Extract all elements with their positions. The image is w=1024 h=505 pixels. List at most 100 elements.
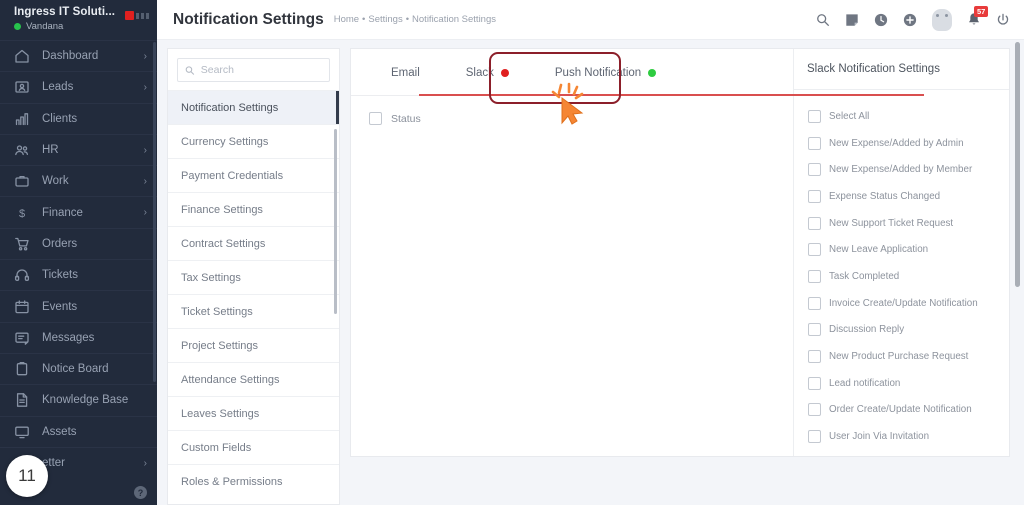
sidebar-item-messages[interactable]: Messages bbox=[0, 321, 157, 353]
checkbox-row[interactable]: Select All bbox=[794, 103, 1009, 130]
sidebar-scrollbar[interactable] bbox=[153, 42, 156, 382]
sidebar-item-events[interactable]: Events bbox=[0, 290, 157, 321]
tab-push-notification[interactable]: Push Notification bbox=[532, 49, 679, 96]
breadcrumb-item[interactable]: Home bbox=[334, 14, 359, 25]
checkbox-row[interactable]: New Expense/Added by Member bbox=[794, 156, 1009, 183]
settings-item-tax-settings[interactable]: Tax Settings bbox=[168, 260, 339, 294]
avatar[interactable] bbox=[932, 8, 952, 31]
checkbox-label: Select All bbox=[829, 110, 870, 122]
sidebar-nav: Dashboard › Leads › Clients HR › Work › $ Finance ›… bbox=[0, 40, 157, 478]
search-box[interactable] bbox=[177, 58, 330, 82]
settings-item-contract-settings[interactable]: Contract Settings bbox=[168, 226, 339, 260]
settings-item-custom-fields[interactable]: Custom Fields bbox=[168, 430, 339, 464]
sidebar-item-clients[interactable]: Clients bbox=[0, 102, 157, 134]
checkbox[interactable] bbox=[808, 323, 821, 337]
slack-settings-column: Slack Notification Settings Select All Ne… bbox=[793, 49, 1009, 456]
checkbox[interactable] bbox=[808, 136, 821, 150]
tab-slack[interactable]: Slack bbox=[443, 49, 532, 96]
sidebar-item-label: Leads bbox=[42, 81, 74, 94]
checkbox-row[interactable]: New Product Purchase Request bbox=[794, 343, 1009, 370]
clock-icon[interactable] bbox=[874, 13, 888, 27]
checkbox-row[interactable]: Lead notification bbox=[794, 370, 1009, 397]
sidebar-item-dashboard[interactable]: Dashboard › bbox=[0, 40, 157, 71]
sidebar-item-assets[interactable]: Assets bbox=[0, 415, 157, 447]
checkbox[interactable] bbox=[808, 403, 821, 417]
calendar-icon bbox=[14, 299, 32, 315]
checkbox-row[interactable]: New Expense/Added by Admin bbox=[794, 130, 1009, 157]
breadcrumb-separator: • bbox=[362, 14, 366, 25]
sidebar-item-notice-board[interactable]: Notice Board bbox=[0, 352, 157, 384]
status-checkbox[interactable] bbox=[369, 112, 382, 125]
checkbox-row[interactable]: Discussion Reply bbox=[794, 317, 1009, 344]
sidebar-item-hr[interactable]: HR › bbox=[0, 133, 157, 165]
checkbox[interactable] bbox=[808, 350, 821, 364]
settings-item-notification-settings[interactable]: Notification Settings bbox=[168, 90, 339, 124]
checkbox-label: New Support Ticket Request bbox=[829, 217, 954, 229]
sidebar-item-label: Tickets bbox=[42, 269, 78, 282]
bell-icon[interactable]: 57 bbox=[967, 6, 989, 27]
checkbox-row[interactable]: New Support Ticket Request bbox=[794, 210, 1009, 237]
checkbox[interactable] bbox=[808, 430, 821, 444]
chevron-right-icon: › bbox=[143, 207, 147, 219]
message-icon bbox=[14, 330, 32, 346]
sidebar-item-work[interactable]: Work › bbox=[0, 165, 157, 196]
checkbox-label: New Leave Application bbox=[829, 244, 929, 256]
breadcrumb-item[interactable]: Settings bbox=[368, 14, 402, 25]
document-icon bbox=[14, 392, 32, 408]
sidebar-item-tickets[interactable]: Tickets bbox=[0, 259, 157, 290]
sidebar-item-label: Notice Board bbox=[42, 363, 109, 376]
checkbox[interactable] bbox=[808, 269, 821, 283]
sidebar-item-finance[interactable]: $ Finance › bbox=[0, 196, 157, 227]
sidebar-item-label: etter bbox=[42, 457, 66, 469]
dollar-icon: $ bbox=[14, 205, 32, 221]
checkbox[interactable] bbox=[808, 189, 821, 203]
left-sidebar: Ingress IT Soluti... Vandana Dashboard › L… bbox=[0, 0, 157, 505]
brand-username: Vandana bbox=[26, 21, 64, 32]
checkbox-label: User Join Via Invitation bbox=[829, 431, 930, 443]
briefcase-icon bbox=[14, 173, 32, 189]
page-scrollbar[interactable] bbox=[1015, 42, 1020, 287]
people-icon bbox=[14, 142, 32, 158]
checkbox-row[interactable]: New Leave Application bbox=[794, 236, 1009, 263]
checkbox[interactable] bbox=[808, 109, 821, 123]
settings-item-payment-credentials[interactable]: Payment Credentials bbox=[168, 158, 339, 192]
help-icon[interactable]: ? bbox=[134, 486, 147, 499]
checkbox-row[interactable]: User Join Via Invitation bbox=[794, 423, 1009, 450]
checkbox-row[interactable]: Task Completed bbox=[794, 263, 1009, 290]
settings-list-scrollbar[interactable] bbox=[333, 129, 337, 314]
search-input[interactable] bbox=[200, 64, 322, 76]
plus-circle-icon[interactable] bbox=[903, 13, 917, 27]
brand-block[interactable]: Ingress IT Soluti... Vandana bbox=[0, 0, 157, 40]
checkbox[interactable] bbox=[808, 216, 821, 230]
power-icon[interactable] bbox=[996, 13, 1010, 27]
slack-settings-title: Slack Notification Settings bbox=[794, 49, 1009, 90]
settings-item-currency-settings[interactable]: Currency Settings bbox=[168, 124, 339, 158]
checkbox[interactable] bbox=[808, 376, 821, 390]
search-icon[interactable] bbox=[816, 13, 830, 27]
settings-item-leaves-settings[interactable]: Leaves Settings bbox=[168, 396, 339, 430]
checkbox[interactable] bbox=[808, 163, 821, 177]
checkbox-row[interactable]: Order Create/Update Notification bbox=[794, 397, 1009, 424]
tab-email[interactable]: Email bbox=[368, 49, 443, 96]
chevron-right-icon: › bbox=[143, 50, 147, 62]
app-root: Ingress IT Soluti... Vandana Dashboard › L… bbox=[0, 0, 1024, 505]
sidebar-item-knowledge-base[interactable]: Knowledge Base bbox=[0, 384, 157, 415]
chevron-right-icon: › bbox=[143, 144, 147, 156]
settings-item-roles-permissions[interactable]: Roles & Permissions bbox=[168, 464, 339, 498]
checkbox-label: New Expense/Added by Admin bbox=[829, 137, 964, 149]
settings-item-ticket-settings[interactable]: Ticket Settings bbox=[168, 294, 339, 328]
settings-item-attendance-settings[interactable]: Attendance Settings bbox=[168, 362, 339, 396]
settings-item-label: Payment Credentials bbox=[181, 169, 284, 182]
sidebar-item-leads[interactable]: Leads › bbox=[0, 71, 157, 102]
settings-item-finance-settings[interactable]: Finance Settings bbox=[168, 192, 339, 226]
settings-item-label: Contract Settings bbox=[181, 237, 266, 250]
checkbox-row[interactable]: Expense Status Changed bbox=[794, 183, 1009, 210]
checkbox[interactable] bbox=[808, 243, 821, 257]
checkbox[interactable] bbox=[808, 296, 821, 310]
checkbox-row[interactable]: Invoice Create/Update Notification bbox=[794, 290, 1009, 317]
settings-item-project-settings[interactable]: Project Settings bbox=[168, 328, 339, 362]
sidebar-item-orders[interactable]: Orders bbox=[0, 227, 157, 259]
note-icon[interactable] bbox=[845, 13, 859, 27]
online-status-dot bbox=[14, 23, 21, 30]
page-title: Notification Settings bbox=[173, 10, 324, 28]
